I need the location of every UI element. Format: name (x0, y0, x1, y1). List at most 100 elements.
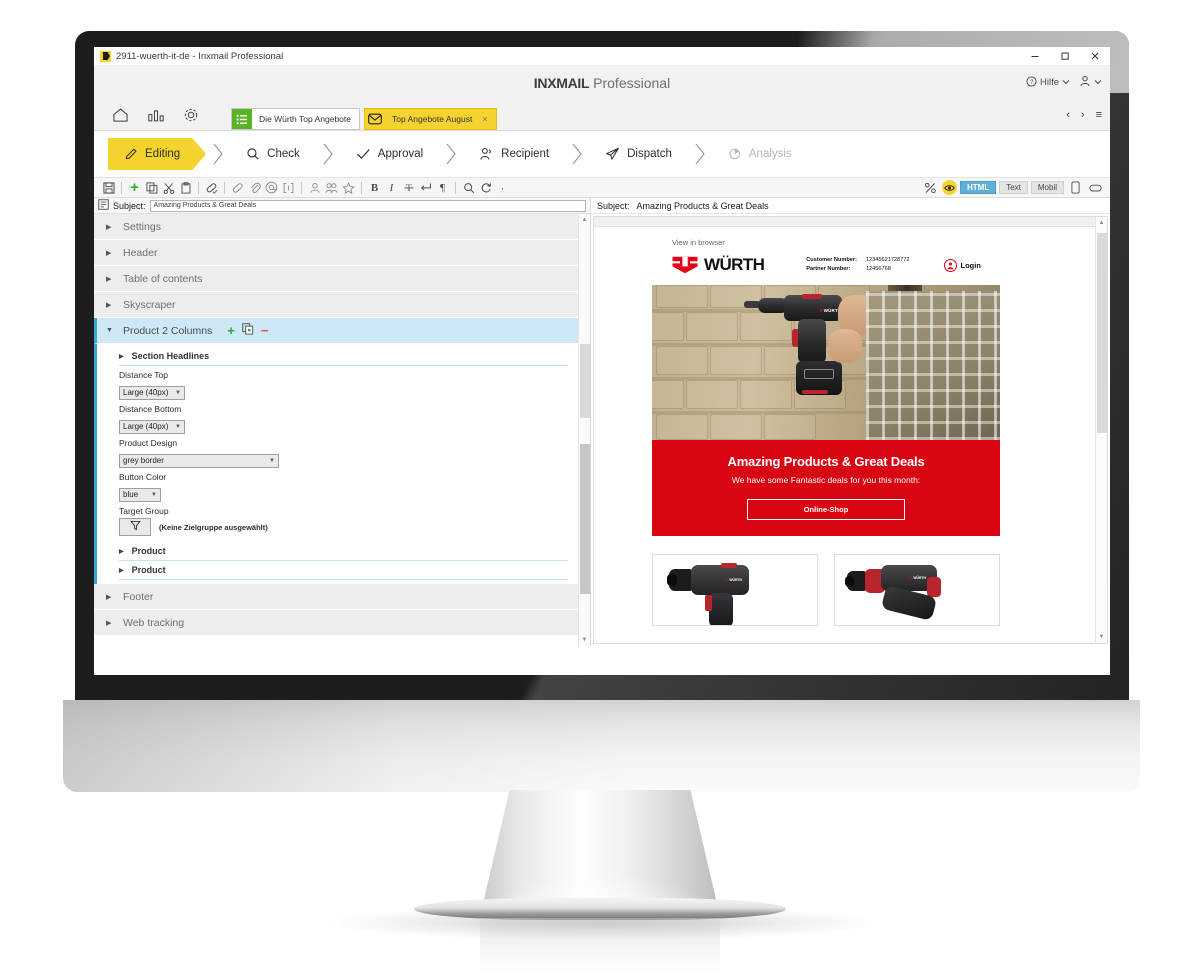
scroll-down-arrow[interactable]: ▼ (1096, 631, 1107, 643)
section-label: Footer (123, 590, 154, 603)
product-grid: ▼ WÜRTH ▼ WÜRTH (652, 536, 1000, 626)
step-analysis[interactable]: Analysis (712, 138, 808, 170)
subject-label: Subject: (113, 200, 146, 211)
statistics-icon[interactable] (147, 107, 165, 123)
preview-subject-label: Subject: (597, 200, 630, 211)
step-recipient[interactable]: Recipient (463, 138, 565, 170)
device-phone-icon[interactable] (1067, 179, 1084, 196)
editor-main-split: Subject: ▶ Settings ▶ Header (94, 198, 1110, 646)
subsection-label: Product (131, 565, 166, 575)
toolbar-separator (301, 181, 302, 194)
product-image-1: ▼ WÜRTH (652, 554, 818, 626)
close-button[interactable] (1080, 47, 1110, 66)
left-pane-scrollbar[interactable]: ▲ ▼ (578, 214, 590, 646)
view-in-browser-link[interactable]: View in browser (594, 228, 1096, 247)
at-icon[interactable] (263, 179, 280, 196)
section-label: Skyscraper (123, 298, 176, 311)
tab-die-wuerth-top-angebote[interactable]: Die Würth Top Angebote (231, 108, 360, 130)
checkmark-icon (356, 147, 371, 161)
more-icon[interactable]: · (494, 179, 511, 196)
italic-icon[interactable]: I (383, 179, 400, 196)
close-icon[interactable]: × (482, 114, 487, 124)
scrollbar-thumb[interactable] (580, 444, 590, 594)
section-footer[interactable]: ▶ Footer (94, 584, 578, 610)
step-editing[interactable]: Editing (108, 138, 206, 170)
device-tablet-icon[interactable] (1087, 179, 1104, 196)
section-header[interactable]: ▶ Header (94, 240, 578, 266)
attachment-icon[interactable] (246, 179, 263, 196)
bold-icon[interactable]: B (366, 179, 383, 196)
scroll-up-arrow[interactable]: ▲ (1096, 217, 1107, 229)
section-settings[interactable]: ▶ Settings (94, 214, 578, 240)
add-section-button[interactable]: + (227, 324, 235, 337)
personalize-icon[interactable] (306, 179, 323, 196)
search-icon[interactable] (460, 179, 477, 196)
placeholder-icon[interactable] (280, 179, 297, 196)
target-group-filter-button[interactable] (119, 518, 151, 536)
view-text-button[interactable]: Text (999, 181, 1028, 194)
favorite-icon[interactable] (340, 179, 357, 196)
login-link[interactable]: Login (943, 258, 981, 272)
subsection-section-headlines[interactable]: ▶ Section Headlines (119, 347, 568, 366)
scrollbar-thumb-upper[interactable] (580, 344, 590, 418)
remove-section-button[interactable]: − (261, 324, 269, 337)
scroll-down-arrow[interactable]: ▼ (579, 634, 590, 646)
scroll-up-arrow[interactable]: ▲ (579, 214, 590, 226)
prev-arrow-icon[interactable]: ‹ (1066, 109, 1070, 121)
cut-icon[interactable] (160, 179, 177, 196)
step-label: Editing (145, 148, 181, 160)
view-html-button[interactable]: HTML (959, 181, 997, 194)
preview-frame: View in browser WÜRTH Customer Number: 1… (593, 216, 1108, 644)
preview-eye-icon[interactable] (941, 180, 957, 195)
scrollbar-thumb[interactable] (1097, 233, 1107, 433)
subject-input[interactable] (149, 199, 586, 212)
add-icon[interactable]: + (126, 179, 143, 196)
toolbar-view-controls: HTML Text Mobil (922, 179, 1104, 196)
subject-field-icon (98, 197, 109, 215)
distance-top-select[interactable]: Large (40px) ▼ (119, 385, 185, 400)
section-web-tracking[interactable]: ▶ Web tracking (94, 610, 578, 636)
distance-bottom-select[interactable]: Large (40px) ▼ (119, 419, 185, 434)
paste-icon[interactable] (177, 179, 194, 196)
hamburger-menu-icon[interactable]: ≡ (1096, 109, 1102, 121)
partner-number-value: 12456768 (865, 266, 891, 272)
link-icon[interactable] (229, 179, 246, 196)
subsection-product-1[interactable]: ▶ Product (119, 542, 568, 561)
help-label: Hilfe (1039, 77, 1059, 88)
refresh-icon[interactable] (477, 179, 494, 196)
preview-scrollbar[interactable]: ▲ ▼ (1095, 217, 1107, 643)
view-mobile-button[interactable]: Mobil (1030, 181, 1064, 194)
next-arrow-icon[interactable]: › (1081, 109, 1085, 121)
step-dispatch[interactable]: Dispatch (589, 138, 688, 170)
link-check-icon[interactable] (203, 179, 220, 196)
tab-top-angebote-august[interactable]: Top Angebote August × (364, 108, 497, 130)
step-approval[interactable]: Approval (340, 138, 439, 170)
minimize-button[interactable] (1020, 47, 1050, 66)
personalization-preview-icon[interactable] (922, 179, 939, 196)
section-actions: + − (227, 323, 268, 338)
section-skyscraper[interactable]: ▶ Skyscraper (94, 292, 578, 318)
section-label: Web tracking (123, 616, 185, 629)
target-group-icon[interactable] (323, 179, 340, 196)
paragraph-icon[interactable]: ¶ (434, 179, 451, 196)
duplicate-section-button[interactable] (242, 323, 254, 338)
product-design-select[interactable]: grey border ▼ (119, 453, 279, 468)
promo-subheadline: We have some Fantastic deals for you thi… (731, 475, 921, 485)
online-shop-button[interactable]: Online-Shop (747, 499, 905, 520)
select-value: blue (123, 490, 139, 499)
section-product-2-columns[interactable]: ▼ Product 2 Columns + − (94, 318, 578, 344)
home-icon[interactable] (112, 107, 129, 123)
copy-icon[interactable] (143, 179, 160, 196)
product-image-2: ▼ WÜRTH (834, 554, 1000, 626)
user-menu[interactable] (1079, 75, 1102, 90)
strikethrough-icon[interactable]: T (400, 179, 417, 196)
button-color-select[interactable]: blue ▼ (119, 487, 161, 502)
section-table-of-contents[interactable]: ▶ Table of contents (94, 266, 578, 292)
step-check[interactable]: Check (230, 138, 316, 170)
save-icon[interactable] (100, 179, 117, 196)
help-menu[interactable]: ? Hilfe (1026, 75, 1070, 90)
linebreak-icon[interactable] (417, 179, 434, 196)
settings-gear-icon[interactable] (183, 107, 199, 123)
maximize-button[interactable] (1050, 47, 1080, 66)
subsection-product-2[interactable]: ▶ Product (119, 561, 568, 580)
